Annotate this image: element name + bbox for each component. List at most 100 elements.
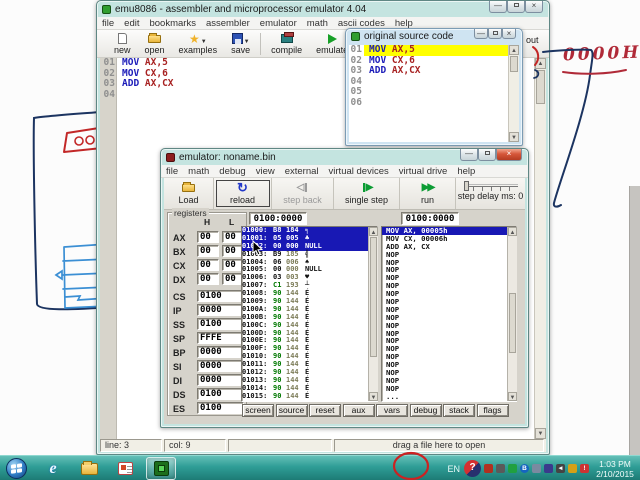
taskbar-explorer-button[interactable] [74,457,104,480]
minimize-button[interactable]: — [489,1,507,13]
register-AX-h[interactable]: 00 [197,231,219,243]
disasm-row[interactable]: NOP [382,313,516,322]
menu-item-math[interactable]: math [302,17,333,30]
source-line[interactable]: 05 [349,86,519,98]
emu-menu-item-math[interactable]: math [183,165,214,178]
open-button[interactable]: open [138,32,172,55]
slider-thumb[interactable] [463,181,469,191]
compile-button[interactable]: compile [264,32,309,55]
scroll-up-icon[interactable]: ▲ [535,58,546,69]
reload-button[interactable]: ↻ reload [214,178,272,209]
disasm-row[interactable]: NOP [382,329,516,338]
register-SS[interactable]: 0100 [197,318,244,330]
minimize-button[interactable]: — [460,149,478,161]
register-DX-h[interactable]: 00 [197,273,219,285]
tray-icon-gray[interactable] [496,464,505,473]
disasm-row[interactable]: NOP [382,274,516,282]
examples-button[interactable]: ★ ▼ examples [172,32,225,56]
maximize-button[interactable] [488,29,502,39]
screen-button[interactable]: screen [242,404,274,417]
maximize-button[interactable] [507,1,525,13]
disasm-row[interactable]: NOP [382,321,516,330]
new-button[interactable]: new [107,32,138,55]
menu-item-edit[interactable]: edit [119,17,144,30]
step-delay-control[interactable]: step delay ms: 0 [456,178,525,209]
disasm-row[interactable]: NOP [382,377,516,385]
register-SI[interactable]: 0000 [197,360,244,372]
memory-row[interactable]: 01015: 90 144 É [242,392,377,401]
register-DI[interactable]: 0000 [197,374,244,386]
menu-item-emulator[interactable]: emulator [255,17,302,30]
close-button[interactable]: × [525,1,543,13]
register-SP[interactable]: FFFE [197,332,244,344]
tray-icon-red[interactable] [484,464,493,473]
emu-menu-item-debug[interactable]: debug [214,165,250,178]
disasm-row[interactable]: NOP [382,384,516,393]
register-DS[interactable]: 0100 [197,388,244,400]
register-ES[interactable]: 0100 [197,402,244,414]
disasm-row[interactable]: NOP [382,369,516,377]
tray-help-icon[interactable]: ? [464,460,481,477]
register-CX-h[interactable]: 00 [197,259,219,271]
source-button[interactable]: source [275,404,308,417]
debug-button[interactable]: debug [409,404,442,417]
source-line[interactable]: 03 ADD AX,CX [349,65,519,77]
save-button[interactable]: ▼ save [224,32,257,55]
source-line[interactable]: 06 [349,97,519,109]
source-code-list[interactable]: 01 MOV AX,5 02 MOV CX,6 03 ADD AX,CX 04 05 06 ▲ … [349,45,519,142]
disasm-row[interactable]: ... [382,392,516,401]
close-button[interactable]: × [496,149,522,161]
editor-scrollbar[interactable]: ▲ ▼ [534,58,546,439]
tray-icon-network[interactable] [508,464,517,473]
disasm-row[interactable]: NOP [382,290,516,298]
register-CS[interactable]: 0100 [197,290,244,302]
language-indicator[interactable]: EN [447,464,460,474]
menu-item-file[interactable]: file [97,17,119,30]
disasm-row[interactable]: NOP [382,361,516,369]
disasm-row[interactable]: NOP [382,337,516,345]
emu-menu-item-file[interactable]: file [161,165,183,178]
source-line[interactable]: 04 [349,76,519,88]
reset-button[interactable]: reset [309,404,341,417]
memory-scrollbar[interactable]: ▲ ▼ [368,227,378,401]
disassembly-list[interactable]: MOV AX, 00005h MOV CX, 00006h ADD AX, CX NO… [381,226,517,402]
source-scrollbar[interactable]: ▲ ▼ [508,45,519,142]
register-BX-h[interactable]: 00 [197,245,219,257]
scroll-down-icon[interactable]: ▼ [535,428,546,439]
flags-button[interactable]: flags [476,404,509,417]
taskbar-powerpoint-button[interactable] [110,457,140,480]
menu-item-assembler[interactable]: assembler [201,17,255,30]
disasm-row[interactable]: NOP [382,282,516,290]
memory-list[interactable]: 01000: B8 184 ╕ 01001: 05 005 ♣ 01002: 00 000 NULL 0… [241,226,378,402]
disasm-row[interactable]: ADD AX, CX [382,242,516,251]
emu-menu-item-external[interactable]: external [280,165,324,178]
stack-button[interactable]: stack [443,404,475,417]
scroll-up-icon[interactable]: ▲ [369,227,378,236]
run-button[interactable]: ▶▶ run [400,178,456,209]
disasm-row[interactable]: NOP [382,353,516,361]
emu-menu-item-virtual-drive[interactable]: virtual drive [394,165,453,178]
volume-icon[interactable]: ◄ [556,464,565,473]
disasm-row[interactable]: NOP [382,250,516,259]
scroll-up-icon[interactable]: ▲ [508,227,517,236]
scrollbar-thumb[interactable] [536,70,545,104]
minimize-button[interactable]: — [474,29,488,39]
emu-menu-item-view[interactable]: view [251,165,280,178]
scroll-down-icon[interactable]: ▼ [508,392,517,401]
disassembly-scrollbar[interactable]: ▲ ▼ [507,227,517,401]
register-IP[interactable]: 0000 [197,304,244,316]
alert-icon[interactable]: ! [580,464,589,473]
close-button[interactable]: × [502,29,516,39]
shield-icon[interactable] [568,464,577,473]
taskbar-emu8086-button[interactable] [146,457,176,480]
vars-button[interactable]: vars [376,404,408,417]
disasm-row[interactable]: NOP [382,298,516,306]
scrollbar-thumb[interactable] [509,293,516,353]
scrollbar-thumb[interactable] [510,56,518,72]
toolbar-partial-label[interactable]: out [526,35,539,45]
step-back-button[interactable]: ◁ step back [272,178,334,209]
disasm-row[interactable]: NOP [382,258,516,267]
taskbar-ie-button[interactable]: e [38,457,68,480]
register-BP[interactable]: 0000 [197,346,244,358]
scrollbar-thumb[interactable] [370,237,377,357]
